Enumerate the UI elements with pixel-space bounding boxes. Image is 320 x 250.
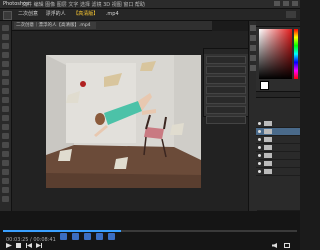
document-tab[interactable]: 二次创意｜漂浮的人【高清版】.mp4: [14, 22, 96, 29]
blur-tool-icon[interactable]: [2, 133, 9, 139]
stop-icon[interactable]: [16, 243, 22, 248]
video-player-bar: 00:03:25 / 00:08:41: [0, 211, 300, 250]
color-panel: [256, 21, 300, 92]
eye-icon[interactable]: [258, 138, 261, 141]
properties-row[interactable]: [206, 86, 246, 94]
artwork-canvas[interactable]: [46, 55, 201, 188]
minimize-icon[interactable]: [274, 1, 280, 6]
menu-bar: Photoshop 文件 编辑 图像 图层 文字 选择 滤镜 3D 视图 窗口 …: [0, 0, 300, 9]
layer-thumbnail: [264, 145, 272, 150]
taskbar-app-icon[interactable]: [72, 233, 79, 240]
properties-row[interactable]: [206, 56, 246, 64]
taskbar-app-icon[interactable]: [108, 233, 115, 240]
layer-row[interactable]: [256, 152, 300, 160]
video-title: 二次创意 漂浮的人 【高清版】 .mp4: [18, 10, 125, 17]
play-icon[interactable]: [6, 243, 12, 248]
pen-tool-icon[interactable]: [2, 151, 9, 157]
properties-row[interactable]: [206, 96, 246, 104]
taskbar-app-icon[interactable]: [60, 233, 67, 240]
taskbar: [60, 233, 240, 241]
properties-panel: [203, 48, 249, 124]
heal-tool-icon[interactable]: [2, 79, 9, 85]
layer-row[interactable]: [256, 120, 300, 128]
window-controls: [260, 1, 298, 7]
image-icon: [46, 55, 201, 188]
title-segment-highlight: 【高清版】: [73, 11, 99, 17]
eye-icon[interactable]: [258, 130, 261, 133]
shape-tool-icon[interactable]: [2, 178, 9, 184]
type-tool-icon[interactable]: [2, 160, 9, 166]
eraser-tool-icon[interactable]: [2, 115, 9, 121]
menu-items[interactable]: 文件 编辑 图像 图层 文字 选择 滤镜 3D 视图 窗口 帮助: [22, 1, 145, 8]
properties-row[interactable]: [206, 106, 246, 114]
title-segment: 二次创意: [18, 11, 39, 17]
properties-row[interactable]: [206, 66, 246, 74]
layer-thumbnail: [264, 161, 272, 166]
move-tool-icon[interactable]: [2, 25, 9, 31]
color-panel-header[interactable]: [256, 21, 300, 27]
layers-panel: [256, 92, 300, 210]
layer-thumbnail: [264, 153, 272, 158]
maximize-icon[interactable]: [283, 1, 289, 6]
layer-row[interactable]: [256, 160, 300, 168]
properties-row[interactable]: [206, 116, 246, 124]
previous-icon[interactable]: [26, 243, 32, 248]
options-bar: 二次创意 漂浮的人 【高清版】 .mp4: [0, 9, 300, 21]
lasso-tool-icon[interactable]: [2, 43, 9, 49]
close-icon[interactable]: [292, 1, 298, 6]
progress-fill: [3, 230, 121, 232]
history-brush-tool-icon[interactable]: [2, 106, 9, 112]
layer-thumbnail: [264, 169, 272, 174]
quick-select-tool-icon[interactable]: [2, 52, 9, 58]
hue-slider[interactable]: [294, 29, 298, 79]
current-tool-icon[interactable]: [3, 11, 12, 20]
color-field[interactable]: [259, 29, 292, 79]
layer-row[interactable]: [256, 144, 300, 152]
layer-row[interactable]: [256, 136, 300, 144]
path-select-tool-icon[interactable]: [2, 169, 9, 175]
crop-tool-icon[interactable]: [2, 61, 9, 67]
properties-header[interactable]: [204, 49, 248, 54]
volume-icon[interactable]: [272, 243, 278, 248]
title-segment: 漂浮的人: [45, 11, 66, 17]
fullscreen-icon[interactable]: [284, 243, 290, 248]
taskbar-app-icon[interactable]: [96, 233, 103, 240]
workspace-icon[interactable]: [286, 11, 296, 18]
taskbar-app-icon[interactable]: [84, 233, 91, 240]
title-segment: .mp4: [105, 11, 119, 17]
eye-icon[interactable]: [258, 146, 261, 149]
gradient-tool-icon[interactable]: [2, 124, 9, 130]
eyedropper-tool-icon[interactable]: [2, 70, 9, 76]
layer-thumbnail: [264, 129, 272, 134]
brush-tool-icon[interactable]: [2, 88, 9, 94]
layer-row-selected[interactable]: [256, 128, 300, 136]
hand-tool-icon[interactable]: [2, 187, 9, 193]
zoom-tool-icon[interactable]: [2, 196, 9, 202]
next-icon[interactable]: [36, 243, 42, 248]
eye-icon[interactable]: [258, 122, 261, 125]
marquee-tool-icon[interactable]: [2, 34, 9, 40]
dodge-tool-icon[interactable]: [2, 142, 9, 148]
document-tab-bar: 二次创意｜漂浮的人【高清版】.mp4: [12, 21, 212, 31]
layers-header[interactable]: [256, 92, 300, 98]
properties-row[interactable]: [206, 76, 246, 84]
progress-bar[interactable]: [3, 230, 297, 232]
layer-row[interactable]: [256, 168, 300, 176]
tools-panel: [0, 21, 12, 211]
eye-icon[interactable]: [258, 170, 261, 173]
foreground-swatch[interactable]: [260, 81, 269, 90]
eye-icon[interactable]: [258, 162, 261, 165]
stamp-tool-icon[interactable]: [2, 97, 9, 103]
layer-thumbnail: [264, 137, 272, 142]
layer-thumbnail: [264, 121, 272, 126]
eye-icon[interactable]: [258, 154, 261, 157]
